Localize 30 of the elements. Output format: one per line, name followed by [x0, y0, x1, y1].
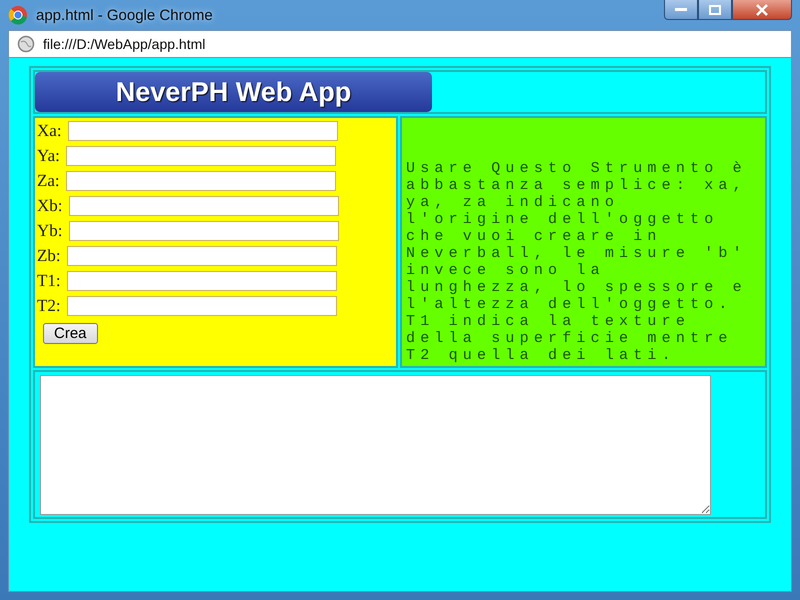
- input-field[interactable]: [66, 171, 336, 191]
- input-field[interactable]: [66, 271, 337, 291]
- input-field[interactable]: [66, 246, 337, 266]
- browser-logo-icon: [8, 5, 28, 25]
- field-label: Xa:: [37, 121, 62, 141]
- close-button[interactable]: [732, 0, 792, 20]
- field-label: Za:: [37, 171, 60, 191]
- maximize-button[interactable]: [698, 0, 732, 20]
- app-banner: NeverPH Web App: [35, 72, 432, 112]
- minimize-button[interactable]: [664, 0, 698, 20]
- field-label: Yb:: [37, 221, 62, 241]
- minimize-icon: [675, 8, 687, 12]
- input-field[interactable]: [68, 121, 338, 141]
- instructions-text: Usare Questo Strumento è abbastanza semplice: xa, ya, za indicano l'origine dell'oggetto che vuoi creare in Neverball, le misure 'b' invece sono la lunghezza, lo spessore e l'altezza dell'oggetto. T1 indica la texture della superficie mentre T2 quella dei lati.: [405, 159, 748, 364]
- field-label: T1:: [37, 271, 61, 291]
- input-field[interactable]: [66, 296, 337, 316]
- globe-icon: [17, 35, 35, 53]
- close-icon: [756, 4, 768, 16]
- input-field[interactable]: [68, 221, 338, 241]
- create-button[interactable]: Crea: [43, 323, 98, 344]
- input-field[interactable]: [68, 196, 338, 216]
- field-label: Zb:: [37, 246, 61, 266]
- window-title: app.html - Google Chrome: [36, 6, 213, 24]
- field-label: Xb:: [37, 196, 62, 216]
- input-field[interactable]: [66, 146, 336, 166]
- field-label: T2:: [37, 296, 61, 316]
- url-text: file:///D:/WebApp/app.html: [43, 36, 206, 52]
- field-label: Ya:: [37, 146, 60, 166]
- maximize-icon: [709, 4, 721, 14]
- address-bar[interactable]: file:///D:/WebApp/app.html: [8, 30, 792, 58]
